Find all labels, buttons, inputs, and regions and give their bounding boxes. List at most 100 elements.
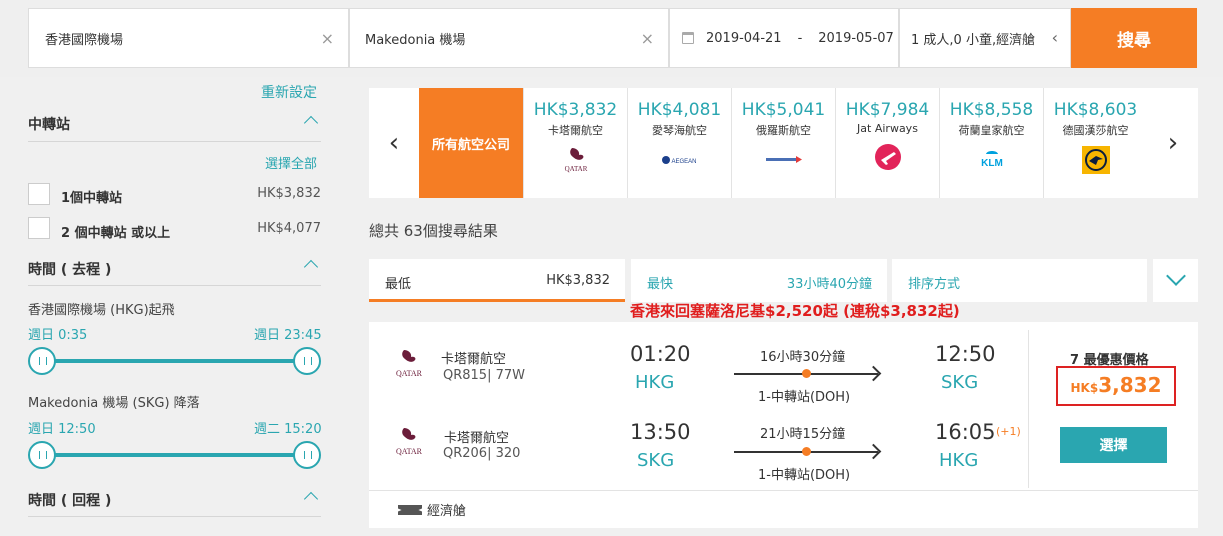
sort-fastest-label: 最快 — [647, 277, 674, 292]
airline-name: 卡塔爾航空 — [548, 124, 603, 137]
destination-value: Makedonia 機場 — [365, 32, 466, 48]
chevron-up-icon[interactable] — [303, 259, 319, 275]
clear-destination-icon[interactable]: × — [641, 29, 654, 48]
airline-price: HK$3,832 — [533, 100, 618, 120]
airline-tab-klm[interactable]: HK$8,558 荷蘭皇家航空 KLM — [939, 88, 1043, 198]
select-all-link[interactable]: 選擇全部 — [265, 153, 317, 172]
airline-carousel: ‹ 所有航空公司 HK$3,832 卡塔爾航空 QATAR HK$4,081 愛… — [369, 88, 1198, 198]
outbound-section-title: 時間 ( 去程 ) — [28, 262, 112, 278]
departure-slider-max-handle[interactable] — [293, 347, 321, 375]
leg-stops: 1-中轉站(DOH) — [758, 468, 851, 483]
passengers-field[interactable]: 1 成人,0 小童,經濟艙 ‹ — [899, 8, 1071, 68]
sort-lowest-label: 最低 — [385, 277, 412, 292]
sort-tab-fastest[interactable]: 最快 33小時40分鐘 — [631, 259, 887, 302]
leg-flight-number: QR206| 320 — [443, 446, 521, 461]
sort-lowest-value: HK$3,832 — [546, 273, 610, 288]
calendar-icon — [682, 32, 694, 44]
date-range-field[interactable]: 2019-04-21 - 2019-05-07 — [669, 8, 899, 68]
result-card: QATAR 卡塔爾航空 QR815| 77W 01:20 HKG 16小時30分… — [369, 322, 1198, 528]
arrival-slider-max-handle[interactable] — [293, 441, 321, 469]
leg-airline-name: 卡塔爾航空 — [444, 431, 510, 446]
aeroflot-logo-icon — [732, 146, 835, 174]
departure-min: 週日 0:35 — [28, 328, 88, 343]
leg-depart-code: HKG — [635, 372, 675, 393]
airline-tab-jat[interactable]: HK$7,984 Jat Airways — [835, 88, 939, 198]
leg-depart-code: SKG — [637, 450, 675, 471]
origin-field[interactable]: 香港國際機場 × — [28, 8, 349, 68]
chevron-up-icon[interactable] — [303, 491, 319, 507]
chevron-up-icon[interactable] — [303, 115, 319, 131]
destination-field[interactable]: Makedonia 機場 × — [349, 8, 669, 68]
clear-origin-icon[interactable]: × — [321, 29, 334, 48]
stops-section-title: 中轉站 — [28, 117, 70, 133]
leg-arrive-code: HKG — [939, 450, 979, 471]
results-count: 總共 63個搜尋結果 — [369, 222, 498, 240]
chevron-left-icon[interactable]: ‹ — [369, 88, 419, 198]
departure-slider-track[interactable] — [40, 359, 308, 363]
divider — [28, 285, 321, 286]
svg-text:QATAR: QATAR — [564, 165, 587, 173]
arrival-slider-min-handle[interactable] — [28, 441, 56, 469]
leg-airline-name: 卡塔爾航空 — [441, 352, 507, 367]
chevron-right-icon[interactable]: › — [1148, 88, 1198, 198]
svg-text:QATAR: QATAR — [396, 369, 423, 378]
more-sort-button[interactable] — [1153, 259, 1198, 302]
airline-name: Jat Airways — [857, 122, 918, 135]
airline-tab-aegean[interactable]: HK$4,081 愛琴海航空 AEGEAN — [627, 88, 731, 198]
airline-name: 愛琴海航空 — [652, 124, 707, 137]
svg-text:AEGEAN: AEGEAN — [671, 159, 696, 165]
airline-tab-lufthansa[interactable]: HK$8,603 德國漢莎航空 — [1043, 88, 1147, 198]
airline-price: HK$8,558 — [949, 100, 1034, 120]
arrival-max: 週二 15:20 — [254, 422, 322, 437]
chevron-down-icon — [1166, 266, 1186, 286]
leg-arrive-code: SKG — [941, 372, 979, 393]
stops-2-price: HK$4,077 — [257, 221, 321, 236]
sort-tab-lowest[interactable]: 最低 HK$3,832 — [369, 259, 625, 302]
select-button[interactable]: 選擇 — [1060, 427, 1167, 463]
chevron-left-icon: ‹ — [1051, 28, 1058, 47]
all-airlines-tab[interactable]: 所有航空公司 — [419, 88, 523, 198]
departure-slider-min-handle[interactable] — [28, 347, 56, 375]
ticket-icon — [398, 505, 422, 515]
plane-icon — [836, 143, 939, 171]
airline-price: HK$4,081 — [637, 100, 722, 120]
origin-value: 香港國際機場 — [45, 32, 124, 48]
search-bar: 香港國際機場 × Makedonia 機場 × 2019-04-21 - 201… — [0, 0, 1223, 77]
sort-by-dropdown[interactable]: 排序方式 — [892, 259, 1147, 302]
leg-depart-time: 01:20 — [630, 342, 691, 366]
departure-max: 週日 23:45 — [254, 328, 322, 343]
cabin-footer: 經濟艙 — [369, 490, 1198, 528]
airline-name: 德國漢莎航空 — [1062, 124, 1129, 137]
price-currency: HK$ — [1070, 381, 1099, 395]
sort-fastest-value: 33小時40分鐘 — [786, 277, 872, 292]
date-separator: - — [797, 30, 803, 46]
arrival-slider-track[interactable] — [40, 453, 308, 457]
airline-price: HK$8,603 — [1053, 100, 1138, 120]
search-button[interactable]: 搜尋 — [1071, 8, 1197, 68]
return-section-title: 時間 ( 回程 ) — [28, 493, 112, 509]
sort-by-label: 排序方式 — [908, 277, 961, 292]
promo-banner: 香港來回塞薩洛尼基$2,520起 (連稅$3,832起) — [630, 302, 960, 320]
leg-flight-number: QR815| 77W — [443, 368, 525, 383]
lufthansa-logo-icon — [1044, 146, 1147, 174]
airline-name: 俄羅斯航空 — [756, 124, 811, 137]
arrival-min: 週日 12:50 — [28, 422, 96, 437]
airline-price: HK$7,984 — [845, 100, 930, 120]
airline-tab-aeroflot[interactable]: HK$5,041 俄羅斯航空 — [731, 88, 835, 198]
divider — [28, 516, 321, 517]
divider — [1028, 330, 1029, 488]
stops-2-checkbox[interactable] — [28, 217, 50, 239]
svg-text:KLM: KLM — [981, 158, 1003, 169]
leg-depart-time: 13:50 — [630, 420, 691, 444]
price-amount: 3,832 — [1098, 373, 1162, 397]
departure-time-label: 香港國際機場 (HKG)起飛 — [28, 303, 175, 318]
stops-1-label: 1個中轉站 — [61, 191, 123, 206]
stops-1-checkbox[interactable] — [28, 183, 50, 205]
qatar-logo-icon: QATAR — [390, 348, 428, 384]
airline-tab-qatar[interactable]: HK$3,832 卡塔爾航空 QATAR — [523, 88, 627, 198]
qatar-logo-icon: QATAR — [390, 426, 428, 462]
airline-name: 荷蘭皇家航空 — [958, 124, 1025, 137]
airline-price: HK$5,041 — [741, 100, 826, 120]
cabin-class: 經濟艙 — [427, 504, 467, 519]
reset-link[interactable]: 重新設定 — [261, 82, 317, 102]
